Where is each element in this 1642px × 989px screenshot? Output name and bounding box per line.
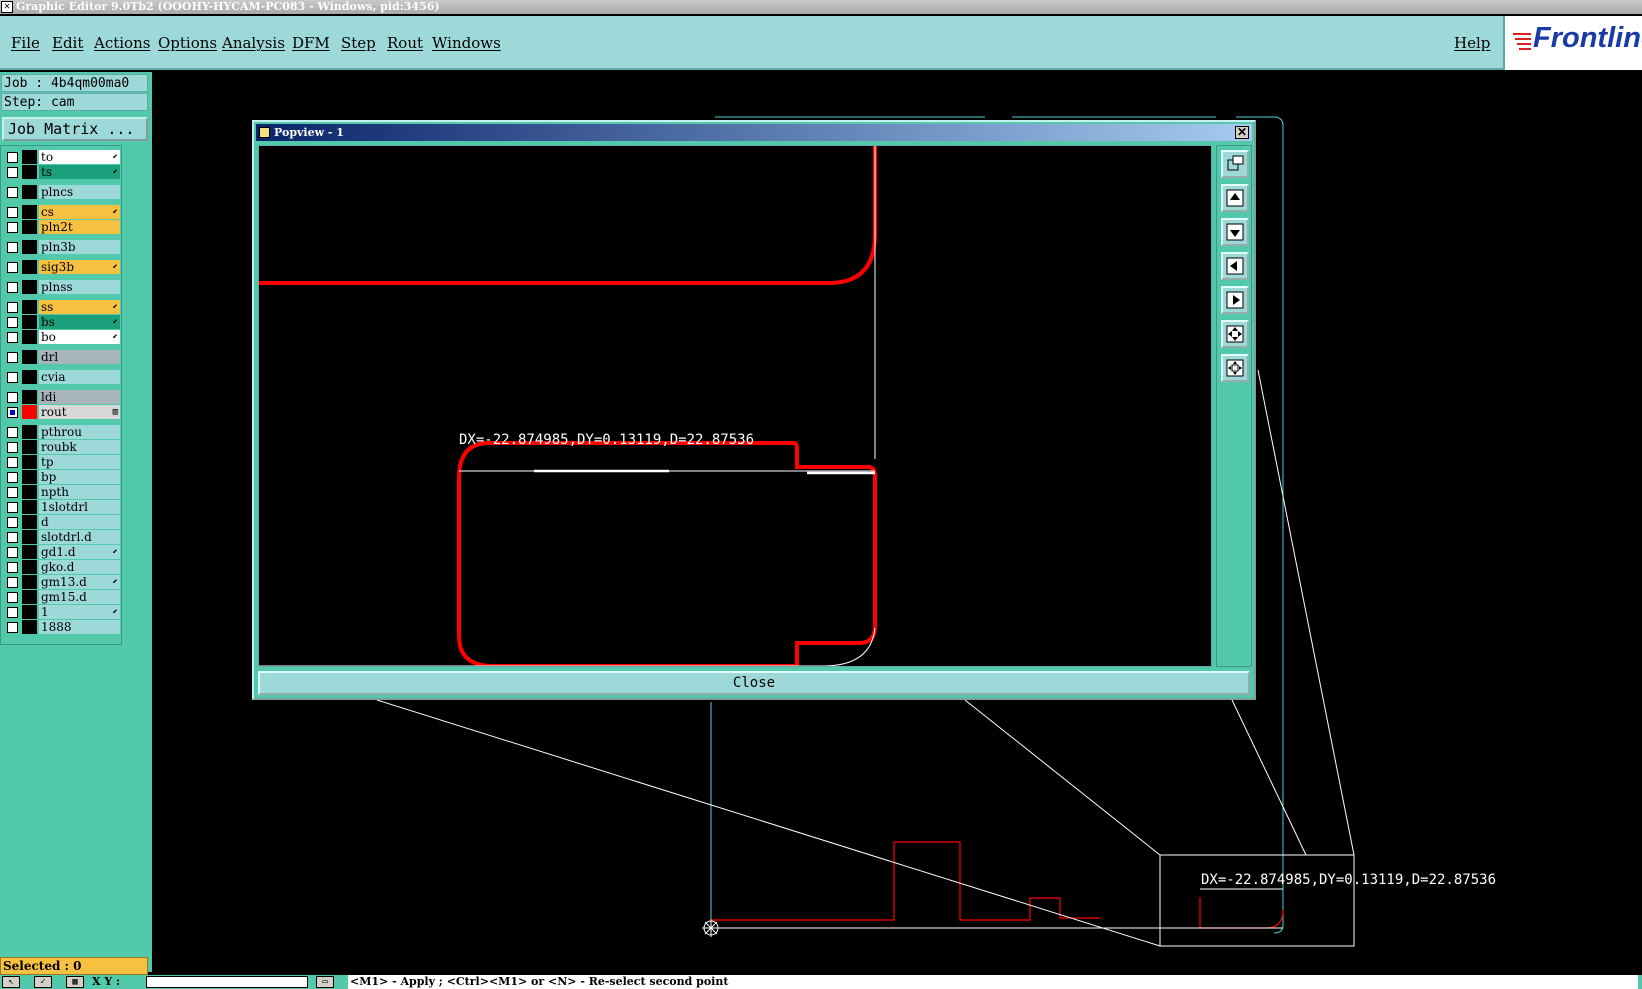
command-input[interactable] bbox=[146, 976, 308, 988]
popview-toolbar bbox=[1216, 145, 1252, 667]
pan-down-icon bbox=[1226, 223, 1244, 241]
select-tool-button[interactable]: ↖ bbox=[2, 976, 20, 988]
popview-close-icon[interactable]: ✕ bbox=[1235, 126, 1249, 139]
popview-icon bbox=[259, 127, 270, 138]
rout-slot-outline bbox=[1199, 897, 1284, 929]
pan-up-icon bbox=[1226, 189, 1244, 207]
status-bar: ↖ ✓ ▦ X Y : ▭ <M1> - Apply ; <Ctrl><M1> … bbox=[0, 975, 1642, 989]
check-tool-button[interactable]: ✓ bbox=[34, 976, 52, 988]
pan-down-button[interactable] bbox=[1221, 218, 1249, 246]
popview-viewport[interactable]: DX=-22.874985,DY=0.13119,D=22.87536 bbox=[258, 145, 1212, 667]
zoom-home-button[interactable] bbox=[1221, 354, 1249, 382]
grid-tool-button[interactable]: ▦ bbox=[66, 976, 84, 988]
zoom-home-icon bbox=[1226, 359, 1244, 377]
pan-left-button[interactable] bbox=[1221, 252, 1249, 280]
pan-right-icon bbox=[1226, 291, 1244, 309]
pan-left-icon bbox=[1226, 257, 1244, 275]
zoom-window-button[interactable] bbox=[1221, 150, 1249, 178]
popview-title-bar[interactable]: Popview - 1 ✕ bbox=[256, 124, 1252, 141]
popview-rout-path bbox=[259, 146, 877, 666]
zoom-fit-icon bbox=[1226, 325, 1244, 343]
status-message: <M1> - Apply ; <Ctrl><M1> or <N> - Re-se… bbox=[348, 975, 1638, 989]
canvas-measurement: DX=-22.874985,DY=0.13119,D=22.87536 bbox=[1201, 872, 1496, 888]
prompt-toggle-button[interactable]: ▭ bbox=[316, 976, 334, 988]
origin-crosshair-icon bbox=[702, 919, 720, 937]
popview-close-button[interactable]: Close bbox=[258, 671, 1250, 695]
zoom-fit-button[interactable] bbox=[1221, 320, 1249, 348]
pan-right-button[interactable] bbox=[1221, 286, 1249, 314]
popview-measurement: DX=-22.874985,DY=0.13119,D=22.87536 bbox=[459, 432, 754, 448]
coords-label: X Y : bbox=[92, 975, 121, 988]
popview-title: Popview - 1 bbox=[274, 126, 344, 139]
popview-drawing: DX=-22.874985,DY=0.13119,D=22.87536 bbox=[259, 146, 877, 666]
popview-guide-lines bbox=[259, 146, 876, 666]
rout-path bbox=[712, 841, 1100, 921]
popview-window: Popview - 1 ✕ DX=-22.874985,DY=0.13119,D… bbox=[252, 120, 1256, 700]
pan-up-button[interactable] bbox=[1221, 184, 1249, 212]
zoom-window-icon bbox=[1227, 155, 1244, 171]
